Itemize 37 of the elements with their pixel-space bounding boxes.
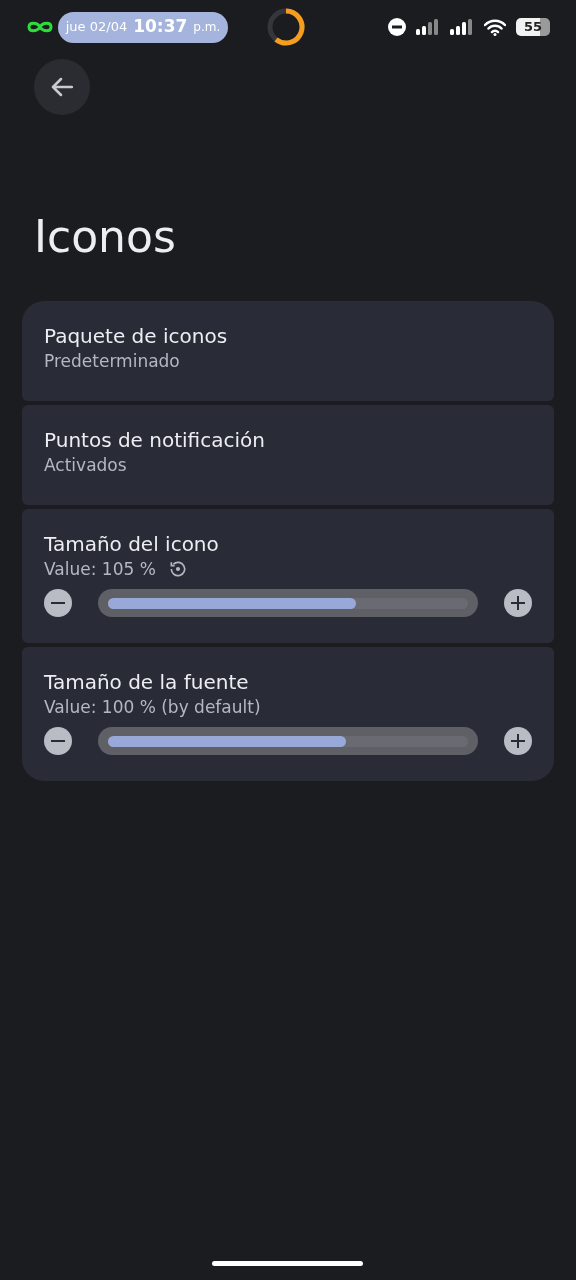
decrease-button[interactable] — [44, 589, 72, 617]
wifi-icon — [484, 18, 506, 36]
minus-icon — [51, 740, 65, 742]
signal-icon — [450, 19, 474, 35]
infinity-icon — [26, 20, 54, 34]
plus-icon — [511, 596, 525, 610]
slider[interactable] — [98, 727, 478, 755]
setting-value: Value: 100 % (by default) — [44, 696, 261, 719]
setting-card[interactable]: Tamaño de la fuente Value: 100 % (by default) — [22, 647, 554, 781]
decrease-button[interactable] — [44, 727, 72, 755]
setting-title: Tamaño del icono — [44, 531, 220, 557]
slider-track[interactable] — [108, 735, 468, 747]
ampm-text: p.m. — [193, 19, 221, 36]
back-arrow-icon — [51, 77, 73, 97]
setting-card[interactable]: Tamaño del icono Value: 105 % — [22, 509, 554, 643]
setting-value: Activados — [44, 454, 127, 477]
setting-value: Predeterminado — [44, 350, 180, 373]
setting-title: Paquete de iconos — [44, 323, 229, 349]
do-not-disturb-icon — [388, 18, 406, 36]
setting-title: Puntos de notificación — [44, 427, 266, 453]
signal-icon — [416, 19, 440, 35]
increase-button[interactable] — [504, 589, 532, 617]
setting-title: Tamaño de la fuente — [44, 669, 250, 695]
minus-icon — [51, 602, 65, 604]
back-button[interactable] — [34, 59, 90, 115]
setting-card[interactable]: Puntos de notificación Activados — [22, 405, 554, 505]
increase-button[interactable] — [504, 727, 532, 755]
date-text: jue 02/04 — [65, 18, 128, 37]
setting-card[interactable]: Paquete de iconos Predeterminado — [22, 301, 554, 401]
time-text: 10:37 — [133, 15, 188, 39]
plus-icon — [511, 734, 525, 748]
slider[interactable] — [98, 589, 478, 617]
setting-value: Value: 105 % — [44, 558, 156, 581]
slider-track[interactable] — [108, 597, 468, 609]
progress-ring-icon — [266, 7, 306, 47]
battery-indicator: 55 — [516, 18, 550, 36]
page-title: Iconos — [34, 210, 177, 264]
